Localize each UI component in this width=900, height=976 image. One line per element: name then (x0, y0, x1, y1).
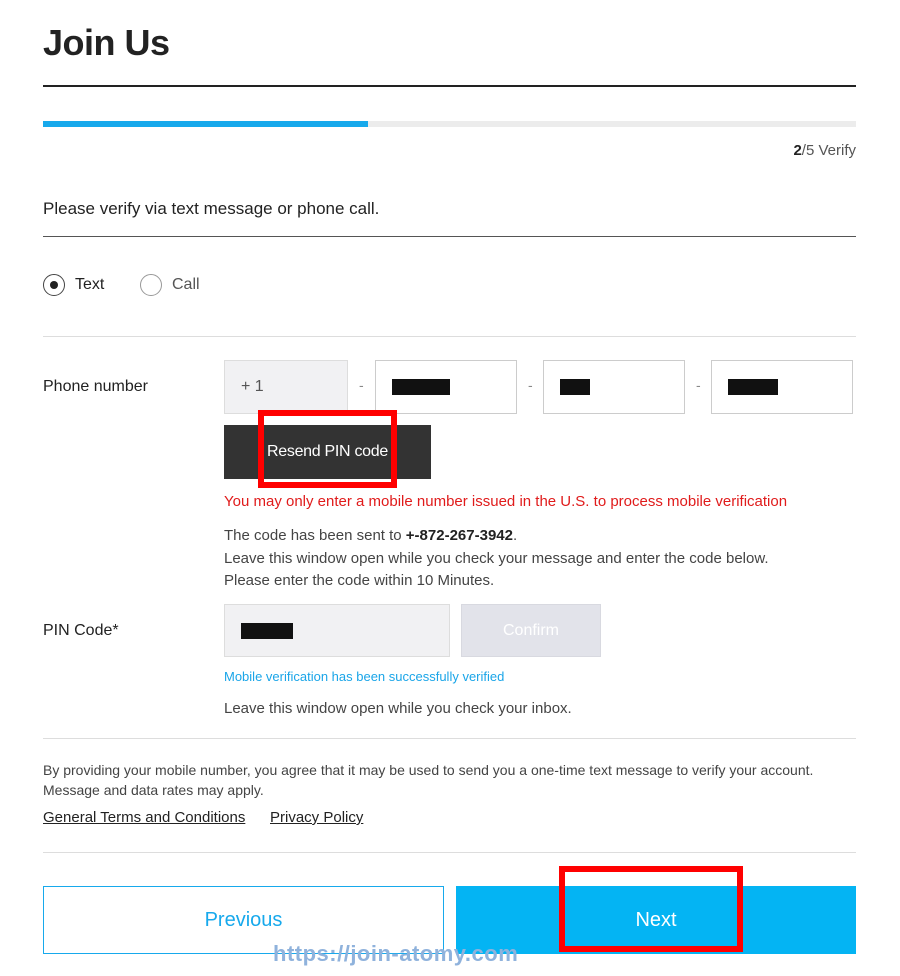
redacted-value (392, 379, 450, 395)
radio-call[interactable]: Call (140, 274, 200, 296)
radio-call-label: Call (172, 276, 200, 293)
progress-fill (43, 121, 369, 127)
watermark: https://join-atomy.com (273, 941, 519, 966)
footer-divider (43, 852, 856, 853)
code-sent-message: The code has been sent to +-872-267-3942… (224, 527, 518, 544)
us-number-warning: You may only enter a mobile number issue… (224, 493, 788, 510)
pin-code-label: PIN Code* (43, 622, 119, 639)
time-limit-message: Please enter the code within 10 Minutes. (224, 572, 495, 589)
phone-number-label: Phone number (43, 378, 148, 395)
method-divider (43, 336, 856, 337)
pin-code-input[interactable] (224, 604, 450, 657)
keep-open-message: Leave this window open while you check y… (224, 550, 769, 567)
radio-unselected-icon[interactable] (140, 274, 162, 296)
step-indicator: 2/5 Verify (793, 142, 856, 159)
section-heading: Please verify via text message or phone … (43, 199, 380, 218)
title-divider (43, 85, 856, 87)
phone-area-input[interactable] (375, 360, 517, 414)
terms-link[interactable]: General Terms and Conditions (43, 809, 245, 826)
redacted-value (728, 379, 778, 395)
heading-divider (43, 236, 856, 237)
separator: - (359, 377, 364, 393)
separator: - (696, 377, 701, 393)
radio-text-label: Text (75, 276, 105, 293)
highlight-box (258, 410, 397, 488)
redacted-value (560, 379, 590, 395)
confirm-button[interactable]: Confirm (461, 604, 601, 657)
verification-success: Mobile verification has been successfull… (224, 669, 505, 684)
radio-text[interactable]: Text (43, 274, 104, 296)
progress-bar (43, 121, 856, 127)
highlight-box (559, 866, 743, 952)
separator: - (528, 377, 533, 393)
consent-text: By providing your mobile number, you agr… (43, 762, 814, 798)
radio-selected-icon[interactable] (43, 274, 65, 296)
page-title: Join Us (43, 22, 170, 63)
privacy-policy-link[interactable]: Privacy Policy (270, 809, 363, 826)
country-code-field: + 1 (224, 360, 348, 414)
inbox-note: Leave this window open while you check y… (224, 700, 572, 717)
phone-prefix-input[interactable] (543, 360, 685, 414)
phone-line-input[interactable] (711, 360, 853, 414)
pin-divider (43, 738, 856, 739)
redacted-value (241, 622, 293, 639)
